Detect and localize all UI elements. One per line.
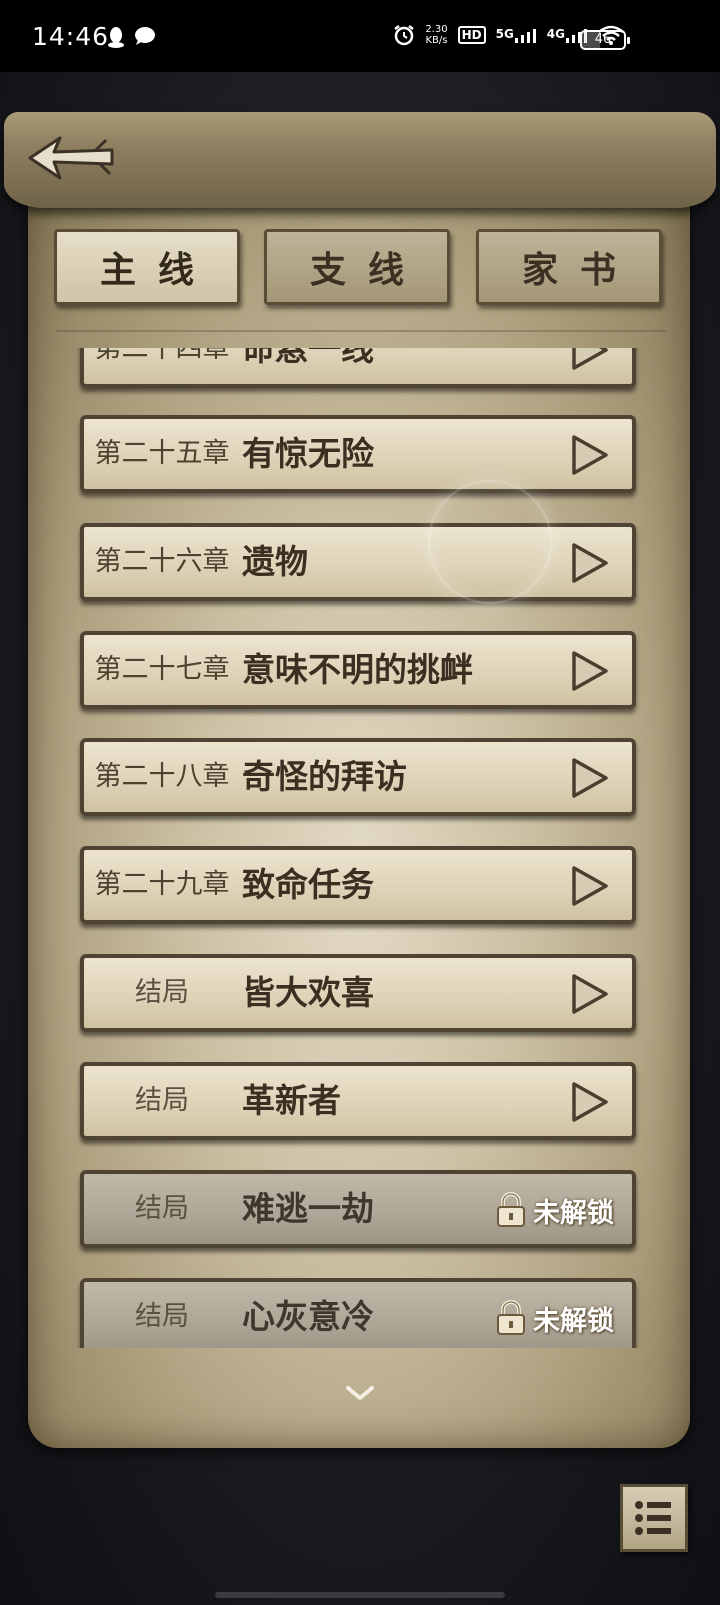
home-indicator[interactable]: [215, 1592, 505, 1598]
chapter-number: 第二十八章: [94, 761, 230, 792]
network-speed: 2.30 KB/s: [425, 24, 447, 46]
play-icon[interactable]: [570, 650, 610, 692]
chapter-title: 意味不明的挑衅: [242, 650, 473, 689]
chapter-item[interactable]: 结局 革新者: [80, 1062, 636, 1140]
tab-family-letters[interactable]: 家书: [476, 229, 662, 305]
chapter-number: 结局: [135, 1085, 189, 1116]
notification-icons: [106, 26, 156, 48]
chapter-title: 革新者: [242, 1081, 341, 1120]
lock-status: 未解锁: [495, 1294, 614, 1342]
chapter-title: 致命任务: [242, 865, 374, 904]
chapter-item[interactable]: 第二十六章 遗物: [80, 523, 636, 601]
speed-value: 2.30: [425, 24, 448, 35]
play-icon[interactable]: [570, 434, 610, 476]
play-icon[interactable]: [570, 348, 610, 371]
chapter-number: 结局: [135, 1301, 189, 1332]
tab-side-story[interactable]: 支线: [264, 229, 450, 305]
play-icon[interactable]: [570, 1081, 610, 1123]
net1-label: 5G: [495, 27, 514, 41]
chapter-number: 结局: [135, 1193, 189, 1224]
chapter-title: 命悬一线: [242, 348, 374, 368]
chapter-number: 第二十七章: [94, 654, 230, 685]
chapter-list[interactable]: 第二十四章 命悬一线 第二十五章 有惊无险 第二十六章 遗物 第二十七章 意味不…: [0, 348, 720, 1348]
alarm-icon: [394, 25, 415, 46]
chapter-item[interactable]: 第二十五章 有惊无险: [80, 415, 636, 493]
arrow-back-icon[interactable]: [26, 130, 116, 186]
tab-main-story[interactable]: 主线: [54, 229, 240, 305]
locked-label: 未解锁: [533, 1197, 614, 1229]
play-icon[interactable]: [570, 542, 610, 584]
list-menu-button[interactable]: [620, 1484, 688, 1552]
chapter-item[interactable]: 结局 皆大欢喜: [80, 954, 636, 1032]
hd-icon: HD: [457, 26, 486, 44]
chapter-number: 第二十四章: [94, 348, 230, 364]
locked-label: 未解锁: [533, 1305, 614, 1337]
chapter-item[interactable]: 第二十九章 致命任务: [80, 846, 636, 924]
chapter-title: 有惊无险: [242, 434, 374, 473]
play-icon[interactable]: [570, 865, 610, 907]
lock-status: 未解锁: [495, 1186, 614, 1234]
chapter-title: 遗物: [242, 542, 308, 581]
message-icon: [135, 27, 155, 45]
chapter-item-locked[interactable]: 结局 难逃一劫 未解锁: [80, 1170, 636, 1248]
chapter-number: 结局: [135, 977, 189, 1008]
chapter-number: 第二十五章: [94, 438, 230, 469]
signal-bars-icon: [514, 29, 536, 43]
chapter-number: 第二十九章: [94, 869, 230, 900]
status-time: 14:46: [32, 22, 110, 51]
chapter-item-locked[interactable]: 结局 心灰意冷 未解锁: [80, 1278, 636, 1348]
signal-5g-icon: 5G: [496, 27, 537, 43]
battery-icon: 46: [580, 30, 630, 50]
chapter-title: 皆大欢喜: [242, 973, 374, 1012]
qq-icon: [108, 27, 124, 48]
chapter-item[interactable]: 第二十七章 意味不明的挑衅: [80, 631, 636, 709]
battery-level: 46: [594, 32, 612, 47]
status-bar: 14:46 2.30 KB/s HD 5G 4G 46: [0, 0, 720, 72]
play-icon[interactable]: [570, 973, 610, 1015]
chevron-down-icon[interactable]: [344, 1384, 376, 1404]
list-menu-icon: [635, 1501, 671, 1535]
chapter-number: 第二十六章: [94, 546, 230, 577]
chapter-title: 奇怪的拜访: [242, 757, 407, 796]
chapter-title: 难逃一劫: [242, 1189, 374, 1228]
lock-icon: [497, 1192, 525, 1227]
chapter-item[interactable]: 第二十八章 奇怪的拜访: [80, 738, 636, 816]
play-icon[interactable]: [570, 757, 610, 799]
speed-unit: KB/s: [425, 35, 448, 46]
tab-divider: [56, 330, 666, 332]
lock-icon: [497, 1300, 525, 1335]
chapter-item[interactable]: 第二十四章 命悬一线: [80, 348, 636, 388]
net2-label: 4G: [546, 27, 565, 41]
chapter-title: 心灰意冷: [242, 1297, 374, 1336]
